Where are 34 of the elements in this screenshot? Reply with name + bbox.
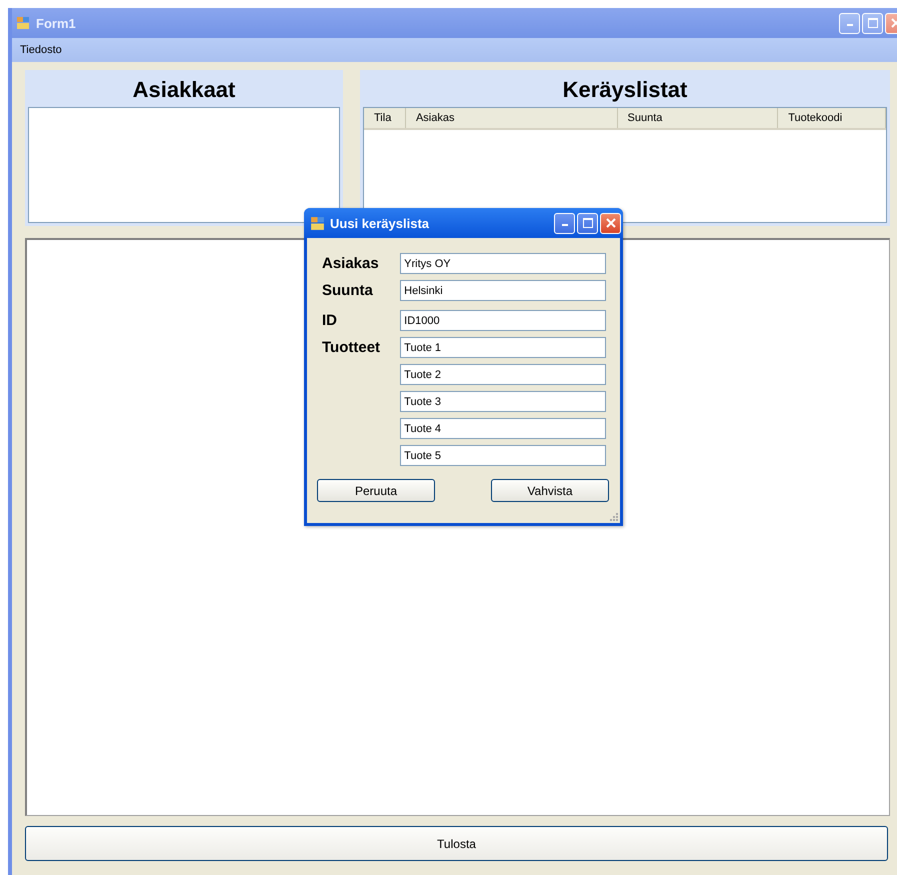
dialog-button[interactable]: Peruuta: [317, 479, 435, 502]
close-button[interactable]: [600, 212, 621, 234]
print-button[interactable]: Tulosta: [25, 826, 888, 861]
input-field[interactable]: Tuote 5: [400, 445, 606, 466]
input-field[interactable]: Tuote 1: [400, 337, 606, 358]
resize-grip-icon: [610, 513, 618, 521]
field-label: Tuotteet: [322, 339, 382, 356]
window-title: Form1: [36, 16, 76, 30]
maximize-icon: [582, 218, 592, 228]
field-label: Suunta: [322, 282, 374, 299]
input-field[interactable]: Tuote 4: [400, 418, 606, 439]
app-icon: [16, 16, 30, 30]
input-field[interactable]: Tuote 2: [400, 364, 606, 385]
input-field[interactable]: Helsinki: [400, 280, 606, 301]
maximize-button[interactable]: [577, 212, 598, 234]
minimize-button[interactable]: [839, 12, 860, 34]
column-header[interactable]: Asiakas: [406, 108, 618, 128]
close-icon: [606, 218, 616, 228]
input-field[interactable]: Tuote 3: [400, 391, 606, 412]
dialog-button[interactable]: Vahvista: [491, 479, 609, 502]
field-label: ID: [322, 312, 338, 329]
column-header[interactable]: Tila: [364, 108, 406, 128]
column-header[interactable]: Tuotekoodi: [778, 108, 886, 128]
maximize-icon: [868, 18, 878, 28]
panel-title: Asiakkaat: [132, 76, 236, 104]
app-icon: [310, 216, 325, 230]
panel-title: Keräyslistat: [562, 76, 688, 104]
column-header[interactable]: Suunta: [618, 108, 778, 128]
input-field[interactable]: ID1000: [400, 310, 606, 331]
field-label: Asiakas: [322, 255, 380, 272]
menu-item[interactable]: Tiedosto: [14, 42, 68, 58]
maximize-button[interactable]: [862, 12, 883, 34]
input-field[interactable]: Yritys OY: [400, 253, 606, 274]
minimize-button[interactable]: [554, 212, 575, 234]
